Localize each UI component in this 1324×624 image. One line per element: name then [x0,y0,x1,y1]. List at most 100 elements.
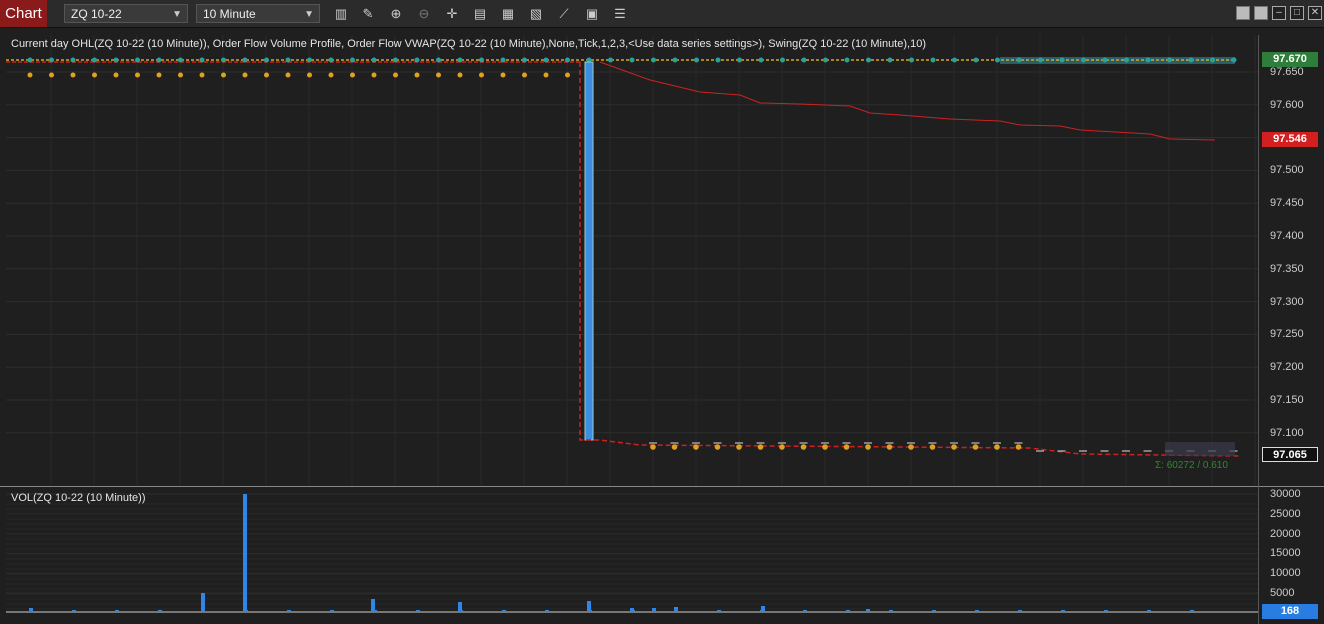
swing-point [70,57,76,63]
volume-bar [459,610,463,612]
swing-low-point [328,72,334,78]
volume-bar [115,610,119,612]
volume-bar [975,610,979,612]
volume-bar [1147,610,1151,612]
swing-point [887,57,893,63]
swing-point [328,57,334,63]
price-axis-tick: 97.100 [1270,426,1304,439]
swing-low-point [671,444,678,450]
volume-bar [1061,610,1065,612]
volume-bar [1018,610,1022,612]
swing-point [522,57,527,63]
swing-low-point [822,444,828,450]
volume-bar [243,494,247,612]
swing-low-point [843,444,850,450]
volume-bar [244,610,248,612]
main-panel-title: Current day OHL(ZQ 10-22 (10 Minute)), O… [11,38,926,50]
price-axis-tick: 97.450 [1270,197,1304,210]
swing-low-point [135,72,140,78]
swing-low-point [543,72,549,78]
volume-bar [201,593,205,612]
volume-bar [502,610,506,612]
swing-low-point [929,444,936,450]
swing-low-point [908,444,914,450]
swing-low-point [414,72,420,78]
swing-point [92,57,97,63]
volume-bar [1104,610,1108,612]
swing-low-point [49,72,54,78]
price-axis-tick: 97.150 [1270,394,1304,406]
volume-axis-tick: 30000 [1270,488,1301,500]
chart-canvas[interactable] [0,0,1324,624]
swing-low-point [285,72,291,78]
swing-point [694,57,699,63]
swing-point [1145,57,1151,63]
swing-point [565,57,570,63]
volume-bar [29,608,33,612]
volume-bar [287,610,291,612]
swing-point [1038,57,1043,63]
swing-point [1231,57,1237,63]
price-axis-tick: 97.300 [1270,295,1304,308]
volume-bar [866,609,870,612]
main-panel-bg [6,35,1258,486]
price-axis-tick: 97.200 [1270,361,1304,374]
swing-point [672,57,678,63]
swing-low-point [221,72,226,78]
volume-axis-tick: 5000 [1270,587,1295,599]
volume-bar [1190,610,1194,612]
swing-point [909,57,914,63]
volume-axis-tick: 25000 [1270,507,1301,520]
volume-panel-title: VOL(ZQ 10-22 (10 Minute)) [11,492,146,504]
price-axis-tick: 97.250 [1270,328,1304,341]
volume-bar [72,610,76,612]
swing-point [995,57,1000,63]
swing-point [199,57,205,63]
swing-low-point [1015,444,1022,450]
swing-point [307,57,312,63]
swing-point [156,57,162,63]
swing-point [651,57,656,63]
swing-point [113,57,119,63]
volume-bar [545,610,549,612]
volume-profile-box [1165,442,1235,456]
swing-point [973,57,979,63]
swing-point [1188,57,1194,63]
swing-point [758,57,764,63]
swing-point [823,57,828,63]
volume-bar [588,610,592,612]
volume-bar [158,610,162,612]
swing-low-point [479,72,484,78]
volume-bar [631,610,635,612]
swing-low-point [156,72,162,78]
swing-point [393,57,398,63]
swing-point [1102,57,1108,63]
swing-low-point [264,72,269,78]
swing-low-point [714,444,721,450]
swing-point [350,57,355,63]
swing-low-point [972,444,979,450]
last-price-tag: 97.065 [1262,447,1318,462]
swing-low-point [307,72,312,78]
swing-low-point [800,444,807,450]
swing-point [1016,57,1022,63]
swing-low-point [886,444,893,450]
swing-point [715,57,721,63]
swing-point [414,57,420,63]
swing-point [27,57,33,63]
swing-low-point [736,444,742,450]
swing-point [930,57,936,63]
swing-low-point [457,72,463,78]
swing-point [221,57,226,63]
swing-low-point [92,72,97,78]
swing-low-point [779,444,785,450]
swing-point [135,57,140,63]
swing-low-point [27,72,33,78]
last-volume-tag: 168 [1262,604,1318,619]
ohl-high-tag: 97.670 [1262,52,1318,67]
swing-low-point [393,72,398,78]
price-axis-tick: 97.500 [1270,164,1304,177]
swing-point [1059,57,1065,63]
swing-low-point [951,444,957,450]
swing-point [436,57,441,63]
